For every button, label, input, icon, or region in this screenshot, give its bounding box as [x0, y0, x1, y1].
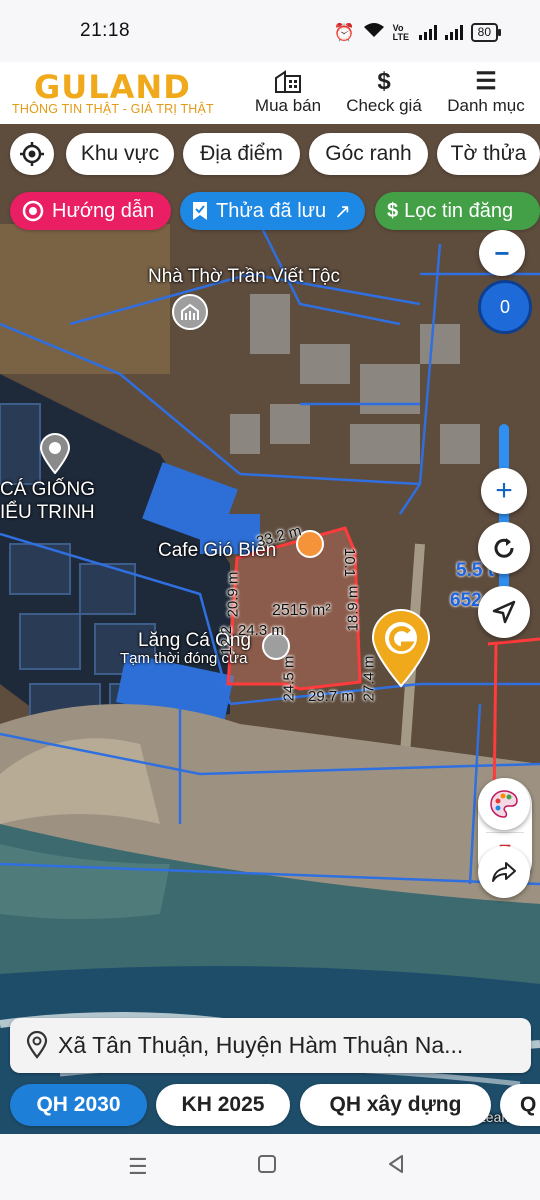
poi-fish-label-2: IỂU TRINH	[0, 502, 95, 523]
refresh-button[interactable]	[478, 522, 530, 574]
external-link-icon: ↗	[334, 200, 351, 223]
filter-dia-diem[interactable]: Địa điểm	[183, 133, 300, 175]
nav-danh-muc[interactable]: ☰ Danh mục	[442, 68, 530, 116]
alarm-icon: ⏰	[333, 22, 355, 42]
plus-icon: +	[495, 474, 513, 507]
app-header: GULAND THÔNG TIN THẬT - GIÁ TRỊ THẬT Mua…	[0, 62, 540, 124]
system-nav-bar: ☰	[0, 1134, 540, 1200]
price-label-2[interactable]: 652	[450, 590, 482, 612]
map-pin-icon[interactable]	[38, 432, 72, 475]
share-button[interactable]	[478, 846, 530, 898]
church-icon[interactable]	[172, 294, 208, 330]
layer-style-button[interactable]	[478, 778, 530, 830]
guland-marker-icon[interactable]	[370, 608, 432, 688]
navigate-button[interactable]	[478, 586, 530, 638]
poi-church-label[interactable]: Nhà Thờ Trần Viết Tộc	[148, 266, 340, 288]
refresh-icon	[494, 538, 514, 558]
zoom-out-button[interactable]: −	[479, 230, 525, 276]
filter-goc-ranh[interactable]: Góc ranh	[309, 133, 428, 175]
share-arrow-icon	[492, 862, 516, 882]
plot-dim-right-top: 10.1	[341, 547, 359, 578]
zoom-slider-handle[interactable]: 0	[478, 280, 532, 334]
dollar-icon: $	[377, 68, 391, 95]
status-icons: ⏰ Vo LTE 80	[333, 22, 502, 43]
poi-fish-label-1: CÁ GIỐNG	[0, 479, 96, 500]
filter-listings-button[interactable]: $ Lọc tin đăng	[375, 192, 540, 230]
guland-logo[interactable]: GULAND	[34, 68, 191, 106]
signal-icon-2	[444, 25, 463, 40]
building-icon	[250, 68, 326, 96]
plot-dim-right-mid: 18.9 m	[344, 585, 362, 632]
nav-check-gia[interactable]: $ Check giá	[340, 68, 428, 116]
wifi-icon	[363, 22, 385, 43]
status-bar: 21:18 ⏰ Vo LTE 80	[0, 0, 540, 62]
plot-area: 2515 m²	[272, 602, 331, 619]
volte-label: Vo LTE	[392, 22, 409, 42]
satellite-map[interactable]: Khu vực Địa điểm Góc ranh Tờ thửa Hướng …	[0, 124, 540, 1134]
divider	[486, 832, 524, 833]
bookmark-icon	[192, 201, 208, 221]
menu-icon: ☰	[475, 68, 497, 95]
minus-icon: −	[494, 237, 510, 268]
location-pin-icon	[26, 1030, 48, 1065]
back-icon[interactable]	[386, 1154, 406, 1180]
status-time: 21:18	[80, 20, 131, 41]
target-icon	[22, 200, 44, 222]
tab-qh-xay-dung[interactable]: QH xây dựng	[300, 1084, 491, 1126]
signal-icon	[418, 25, 437, 40]
tab-qh-2030[interactable]: QH 2030	[10, 1084, 147, 1126]
nav-label: Check giá	[346, 96, 422, 115]
plot-dim-inner: 24.3 m	[238, 622, 284, 639]
palette-icon	[490, 790, 518, 818]
plot-dim-bottom: 29.7 m	[308, 688, 354, 705]
location-search-bar[interactable]: Xã Tân Thuận, Huyện Hàm Thuận Na...	[10, 1018, 531, 1073]
search-value: Xã Tân Thuận, Huyện Hàm Thuận Na...	[58, 1032, 464, 1058]
plot-dim-left-bottom: 24.5 m	[280, 655, 298, 702]
battery-indicator: 80	[470, 23, 502, 42]
tab-more[interactable]: Q	[500, 1084, 540, 1126]
nav-mua-ban[interactable]: Mua bán	[250, 68, 326, 116]
plot-dim-left-mid: 12.2	[218, 625, 236, 656]
zoom-in-button[interactable]: +	[481, 468, 527, 514]
home-icon[interactable]	[257, 1154, 277, 1180]
nav-label: Danh mục	[447, 96, 525, 115]
nav-label: Mua bán	[254, 96, 322, 115]
crosshair-icon	[20, 142, 44, 166]
saved-plots-button[interactable]: Thửa đã lưu ↗	[180, 192, 365, 230]
tagline: THÔNG TIN THẬT - GIÁ TRỊ THẬT	[12, 102, 214, 116]
plot-dim-left-top: 20.9 m	[224, 571, 242, 618]
filter-khu-vuc[interactable]: Khu vực	[66, 133, 174, 175]
guide-label: Hướng dẫn	[52, 199, 155, 222]
tab-kh-2025[interactable]: KH 2025	[156, 1084, 290, 1126]
navigation-arrow-icon	[492, 600, 516, 624]
guide-button[interactable]: Hướng dẫn	[10, 192, 171, 230]
filter-to-thua[interactable]: Tờ thửa	[437, 133, 540, 175]
locate-button[interactable]	[10, 133, 54, 175]
recent-apps-icon[interactable]: ☰	[128, 1154, 148, 1180]
dollar-icon: $	[387, 199, 399, 222]
saved-label: Thửa đã lưu	[216, 199, 327, 222]
filter-label: Lọc tin đăng	[404, 199, 514, 222]
